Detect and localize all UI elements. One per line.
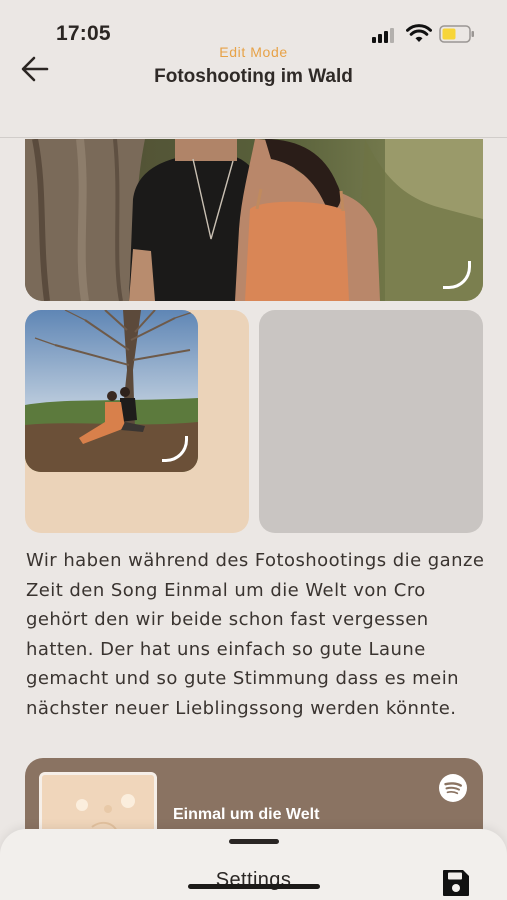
settings-sheet[interactable]: Settings: [0, 829, 507, 900]
photo-placeholder-card[interactable]: [259, 310, 483, 533]
page-title: Fotoshooting im Wald: [154, 66, 353, 87]
home-indicator: [188, 884, 320, 889]
story-content: Wir haben während des Fotoshootings die …: [0, 139, 507, 900]
save-button[interactable]: [440, 867, 472, 899]
save-icon: [443, 870, 469, 896]
story-text[interactable]: Wir haben während des Fotoshootings die …: [26, 546, 486, 723]
edit-mode-label: Edit Mode: [219, 44, 288, 60]
main-photo[interactable]: [25, 139, 483, 301]
header: Edit Mode Fotoshooting im Wald: [0, 40, 507, 138]
spotify-icon[interactable]: [439, 774, 467, 802]
song-title: Einmal um die Welt: [173, 806, 320, 823]
small-photo[interactable]: [25, 310, 198, 472]
sheet-drag-handle[interactable]: [229, 839, 279, 844]
